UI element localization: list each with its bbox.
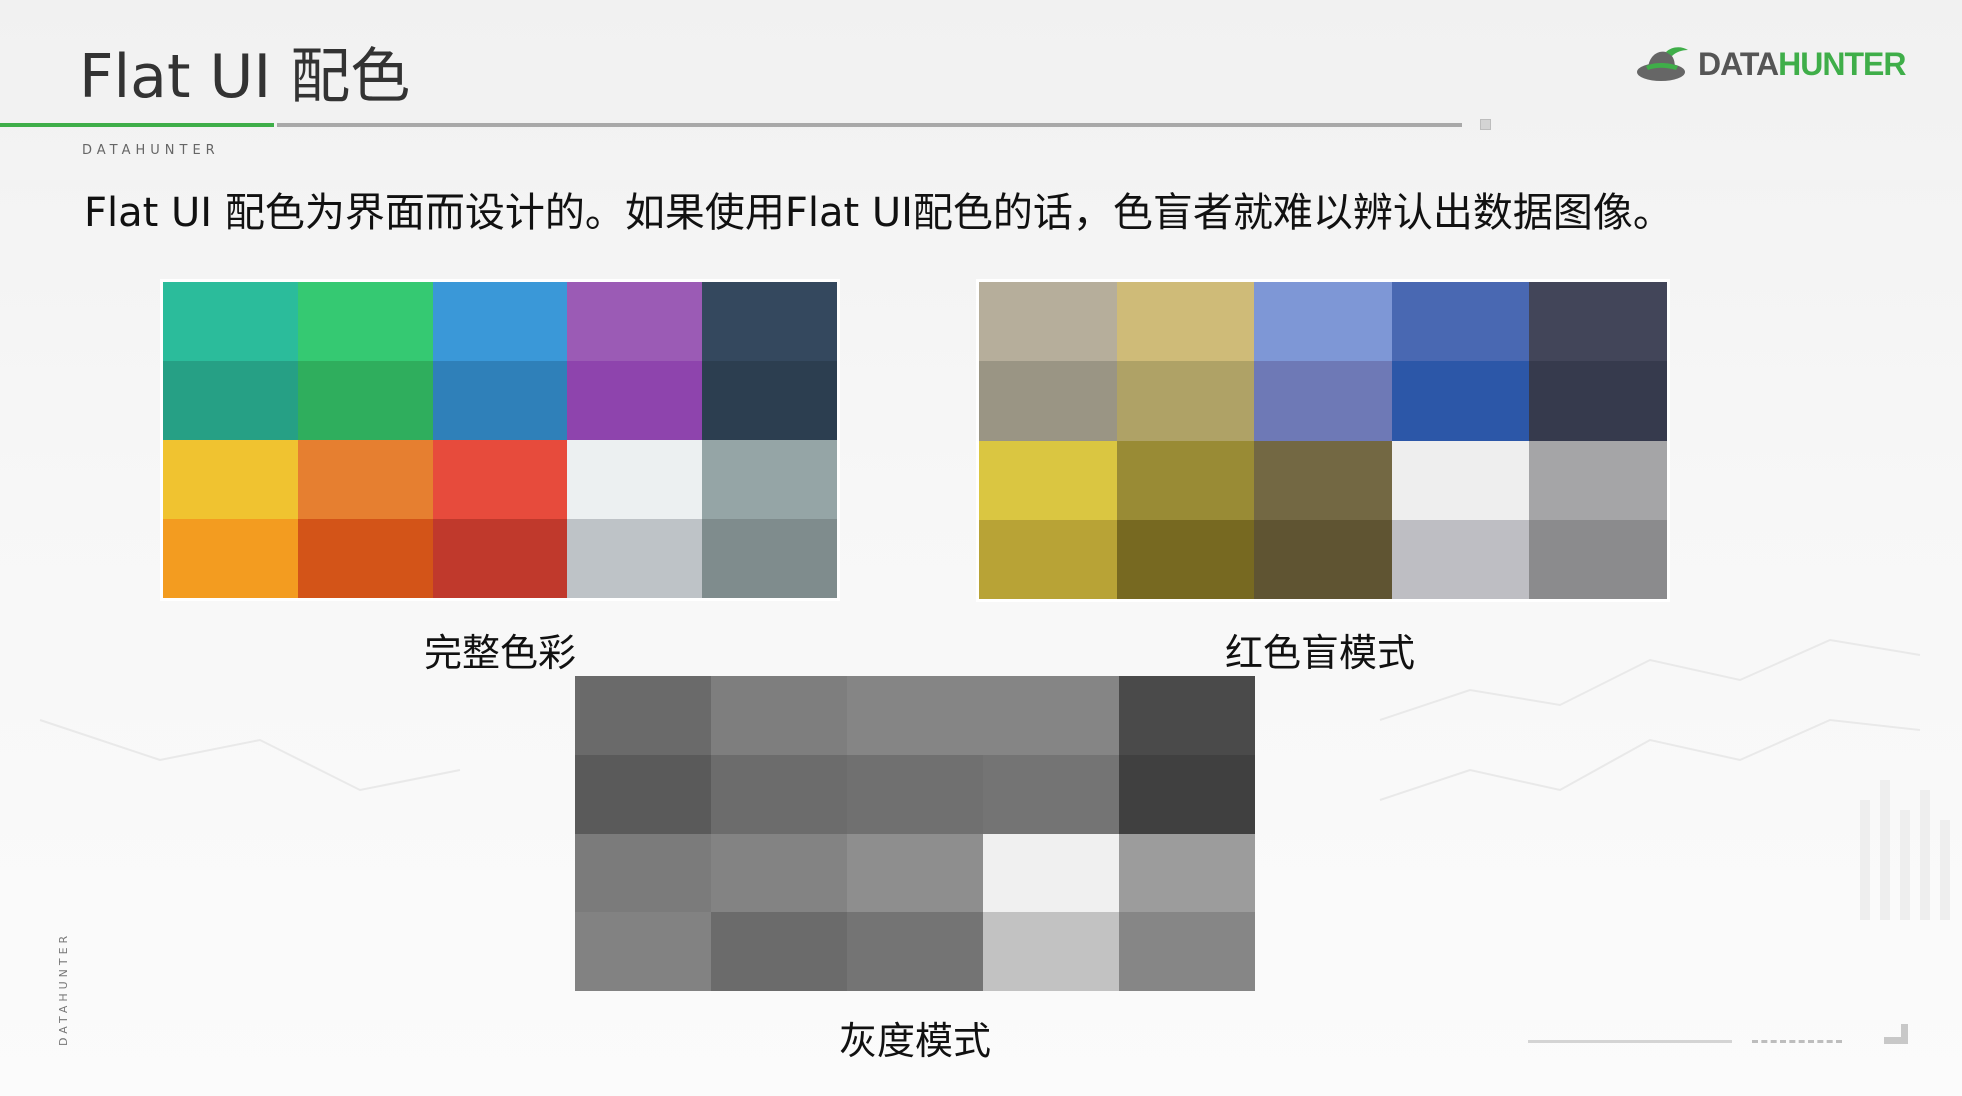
- color-swatch: [847, 754, 983, 834]
- palette-protanopia-caption: 红色盲模式: [1224, 631, 1415, 675]
- color-swatch: [979, 282, 1117, 362]
- color-swatch: [1529, 361, 1667, 441]
- color-swatch: [575, 676, 711, 755]
- color-swatch: [983, 833, 1119, 913]
- color-swatch: [983, 754, 1119, 834]
- color-swatch: [847, 833, 983, 913]
- color-swatch: [1391, 361, 1530, 441]
- datahunter-logo: DATAHUNTER: [1636, 44, 1906, 84]
- color-swatch: [979, 361, 1117, 441]
- color-swatch: [1254, 282, 1392, 362]
- color-swatch: [979, 519, 1117, 599]
- color-swatch: [297, 361, 433, 440]
- color-swatch: [1116, 519, 1255, 599]
- color-swatch: [432, 440, 568, 519]
- header-rule-accent: [0, 123, 274, 127]
- color-swatch: [847, 912, 983, 991]
- palette-full-color-caption: 完整色彩: [423, 631, 576, 675]
- color-swatch: [567, 361, 703, 440]
- color-swatch: [983, 912, 1119, 991]
- footer-deco-dashed-line: [1752, 1040, 1842, 1043]
- color-swatch: [1391, 519, 1530, 599]
- palette-grayscale-caption: 灰度模式: [838, 1019, 991, 1063]
- color-swatch: [702, 282, 837, 361]
- color-swatch: [1529, 440, 1667, 520]
- hat-icon: [1637, 47, 1688, 81]
- color-swatch: [1254, 519, 1392, 599]
- palette-protanopia: [976, 279, 1670, 602]
- color-swatch: [1529, 282, 1667, 362]
- footer-deco-line: [1528, 1040, 1732, 1043]
- color-swatch: [1119, 833, 1255, 913]
- slide-subtitle: Flat UI 配色为界面而设计的。如果使用Flat UI配色的话，色盲者就难以…: [84, 190, 1673, 236]
- color-swatch: [567, 282, 703, 361]
- color-swatch: [711, 754, 847, 834]
- color-swatch: [1116, 440, 1255, 520]
- color-swatch: [847, 676, 983, 755]
- color-swatch: [711, 676, 847, 755]
- vertical-brand-text: DATAHUNTER: [57, 931, 70, 1046]
- color-swatch: [432, 361, 568, 440]
- header-rule: [277, 123, 1462, 127]
- color-swatch: [575, 912, 711, 991]
- color-swatch: [711, 912, 847, 991]
- color-swatch: [702, 519, 837, 598]
- color-swatch: [567, 519, 703, 598]
- color-swatch: [1116, 282, 1255, 362]
- color-swatch: [702, 361, 837, 440]
- corner-mark: [1884, 1024, 1908, 1044]
- color-swatch: [163, 361, 298, 440]
- page-title: Flat UI 配色: [79, 42, 411, 112]
- palette-full-color: [160, 279, 840, 601]
- color-swatch: [983, 676, 1119, 755]
- color-swatch: [163, 440, 298, 519]
- logo-text-data: DATA: [1698, 45, 1779, 82]
- color-swatch: [711, 833, 847, 913]
- brand-caption: DATAHUNTER: [82, 143, 220, 158]
- color-swatch: [297, 519, 433, 598]
- color-swatch: [1254, 440, 1392, 520]
- color-swatch: [297, 282, 433, 361]
- color-swatch: [163, 519, 298, 598]
- color-swatch: [297, 440, 433, 519]
- palette-grayscale: [575, 676, 1255, 991]
- color-swatch: [163, 282, 298, 361]
- color-swatch: [567, 440, 703, 519]
- rule-end-marker: [1480, 119, 1491, 130]
- color-swatch: [979, 440, 1117, 520]
- logo-text-hunter: HUNTER: [1778, 45, 1906, 82]
- color-swatch: [432, 519, 568, 598]
- logo-wordmark: DATAHUNTER: [1698, 45, 1906, 83]
- color-swatch: [432, 282, 568, 361]
- color-swatch: [1391, 440, 1530, 520]
- color-swatch: [1116, 361, 1255, 441]
- color-swatch: [575, 833, 711, 913]
- color-swatch: [1391, 282, 1530, 362]
- color-swatch: [702, 440, 837, 519]
- color-swatch: [1119, 754, 1255, 834]
- color-swatch: [1529, 519, 1667, 599]
- color-swatch: [1119, 912, 1255, 991]
- color-swatch: [1254, 361, 1392, 441]
- color-swatch: [1119, 676, 1255, 755]
- color-swatch: [575, 754, 711, 834]
